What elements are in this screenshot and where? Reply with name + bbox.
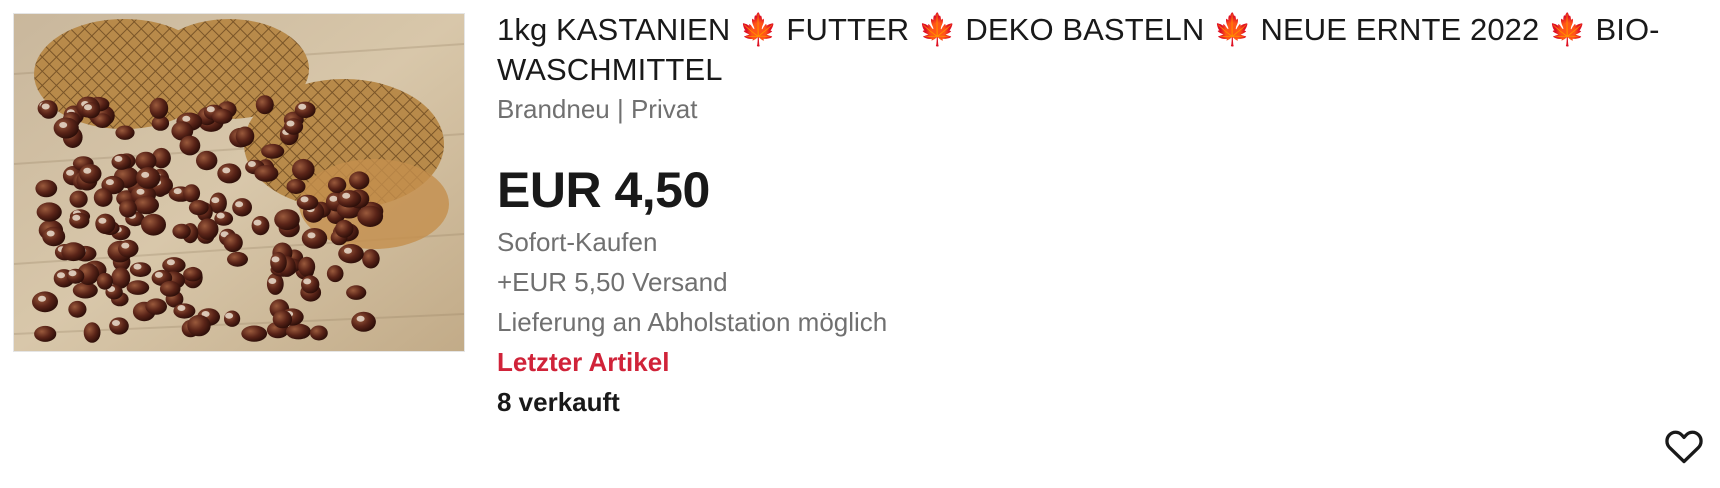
delivery-option: Lieferung an Abholstation möglich xyxy=(497,307,888,337)
sold-count: 8 verkauft xyxy=(497,387,620,417)
listing-image[interactable] xyxy=(13,13,465,352)
listing-price: EUR 4,50 xyxy=(497,162,710,218)
buy-format: Sofort-Kaufen xyxy=(497,227,658,257)
listing-title[interactable]: 1kg KASTANIEN 🍁 FUTTER 🍁 DEKO BASTELN 🍁 … xyxy=(497,10,1697,90)
chestnuts-photo-icon xyxy=(14,14,464,351)
listing-condition: Brandneu | Privat xyxy=(497,94,698,124)
heart-icon xyxy=(1665,430,1703,464)
listing-card: 1kg KASTANIEN 🍁 FUTTER 🍁 DEKO BASTELN 🍁 … xyxy=(0,0,1720,488)
stock-note: Letzter Artikel xyxy=(497,347,670,377)
watch-heart-button[interactable] xyxy=(1662,424,1706,468)
shipping-cost: +EUR 5,50 Versand xyxy=(497,267,728,297)
listing-info: 1kg KASTANIEN 🍁 FUTTER 🍁 DEKO BASTELN 🍁 … xyxy=(497,10,1697,422)
